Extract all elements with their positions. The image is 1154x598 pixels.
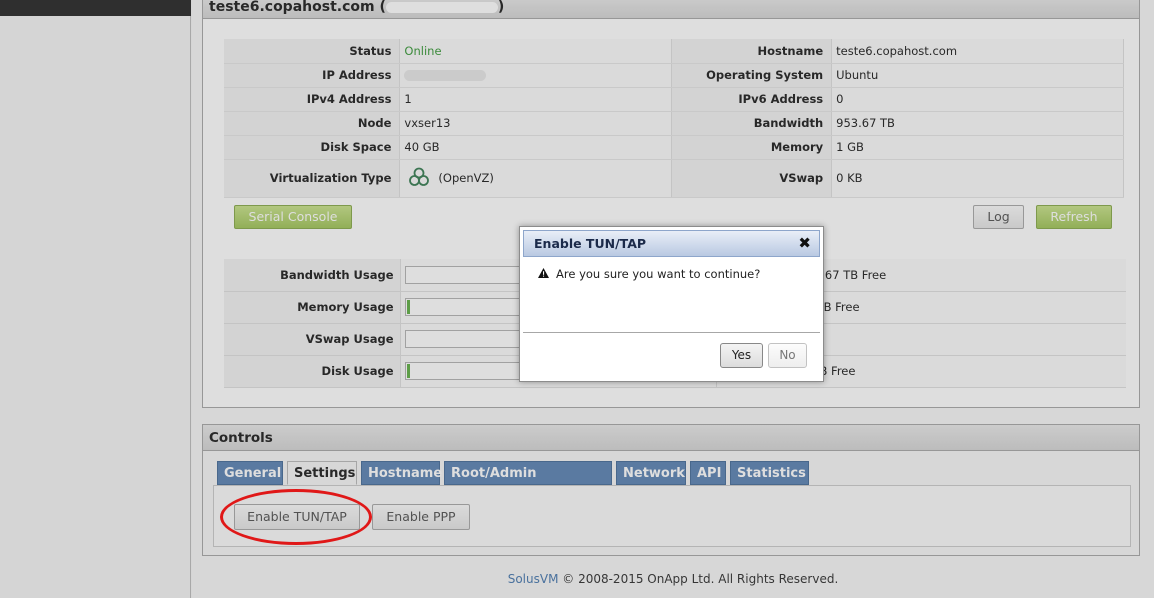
dialog-message: Are you sure you want to continue? [538, 267, 760, 281]
warning-icon [538, 267, 550, 281]
dialog-message-text: Are you sure you want to continue? [556, 267, 761, 281]
dialog-divider [523, 332, 820, 333]
dialog-title: Enable TUN/TAP [534, 236, 647, 251]
dialog-header: Enable TUN/TAP ✖ [523, 230, 820, 257]
close-icon[interactable]: ✖ [798, 231, 811, 256]
no-button[interactable]: No [768, 343, 807, 368]
confirm-dialog: Enable TUN/TAP ✖ Are you sure you want t… [519, 226, 824, 382]
annotation-circle [220, 489, 372, 545]
yes-button[interactable]: Yes [720, 343, 763, 368]
